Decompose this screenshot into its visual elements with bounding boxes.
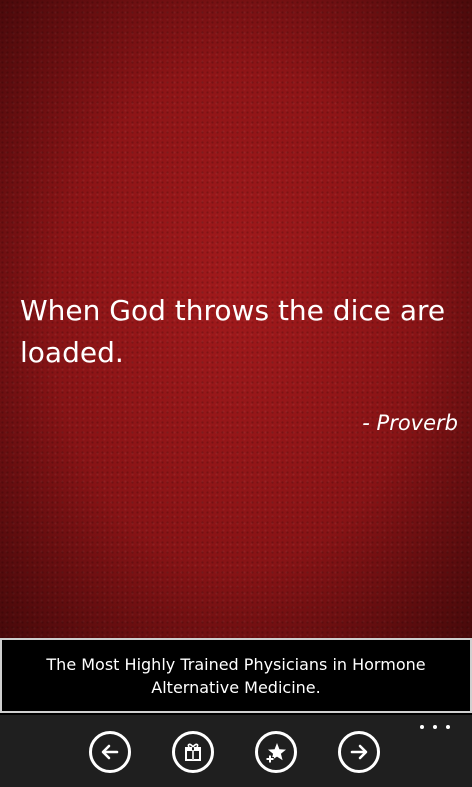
ellipsis-icon[interactable] <box>420 719 450 735</box>
gift-icon <box>185 743 201 761</box>
dot <box>433 725 437 729</box>
arrow-right-icon <box>350 744 368 760</box>
arrow-left-icon <box>101 744 119 760</box>
next-quote-button[interactable] <box>338 731 380 773</box>
add-favorite-button[interactable] <box>255 731 297 773</box>
quote-text: When God throws the dice are loaded. <box>20 294 446 369</box>
previous-quote-button[interactable] <box>89 731 131 773</box>
quote-author: - Proverb <box>362 411 458 435</box>
star-add-icon <box>266 743 286 763</box>
quote-background: When God throws the dice are loaded. - P… <box>0 0 472 638</box>
dot <box>420 725 424 729</box>
ad-banner[interactable]: The Most Highly Trained Physicians in Ho… <box>0 638 472 713</box>
gift-button[interactable] <box>172 731 214 773</box>
app-bar <box>0 715 472 787</box>
dot <box>446 725 450 729</box>
ad-text: The Most Highly Trained Physicians in Ho… <box>46 654 426 697</box>
